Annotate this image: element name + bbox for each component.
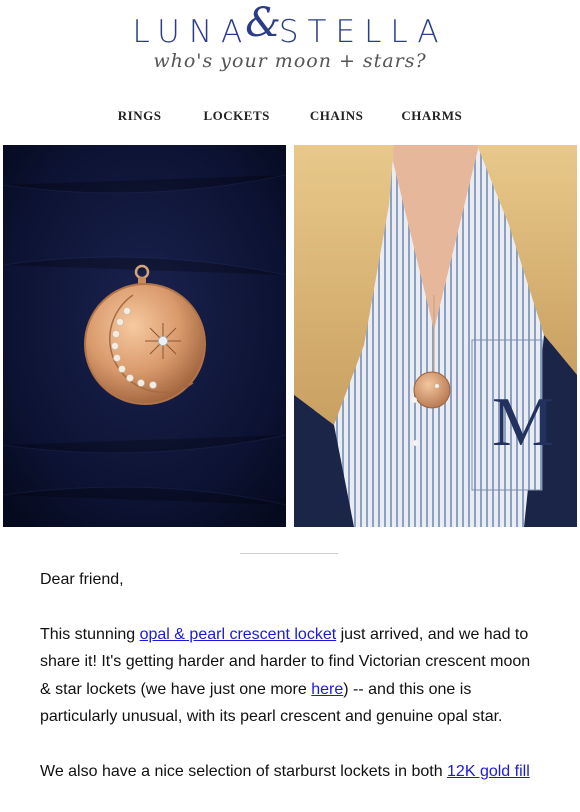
main-nav: RINGS LOCKETS CHAINS CHARMS (0, 108, 580, 124)
section-divider (240, 553, 338, 554)
nav-item-chains[interactable]: CHAINS (310, 108, 364, 124)
product-photo-worn[interactable]: M (294, 145, 577, 527)
product-photo-locket[interactable] (3, 145, 286, 527)
brand-logo[interactable]: LUNA&STELLA (0, 0, 580, 52)
nav-item-rings[interactable]: RINGS (118, 108, 162, 124)
starburst-text: We also have a nice selection of starbur… (40, 762, 448, 780)
locket-image (3, 145, 286, 527)
nav-item-charms[interactable]: CHARMS (401, 108, 462, 124)
greeting: Dear friend, (40, 571, 124, 588)
svg-text:M: M (492, 384, 554, 461)
logo-ampersand: & (245, 0, 281, 46)
here-link[interactable]: here (311, 681, 343, 698)
opal-pearl-locket-link[interactable]: opal & pearl crescent locket (140, 626, 337, 643)
logo-text-stella: STELLA (278, 14, 448, 50)
brand-tagline: who's your moon + stars? (153, 50, 427, 72)
logo-text-luna: LUNA (132, 14, 252, 50)
paragraph-intro: This stunning opal & pearl crescent lock… (40, 621, 540, 731)
intro-text-1: This stunning (40, 625, 140, 643)
email-header: LUNA&STELLA who's your moon + stars? RIN… (0, 0, 580, 140)
email-body: Dear friend, This stunning opal & pearl … (40, 566, 540, 812)
worn-locket-image: M (294, 145, 577, 527)
gold-fill-link[interactable]: 12K gold fill (447, 763, 530, 780)
paragraph-starburst: We also have a nice selection of starbur… (40, 758, 540, 786)
nav-item-lockets[interactable]: LOCKETS (203, 108, 269, 124)
